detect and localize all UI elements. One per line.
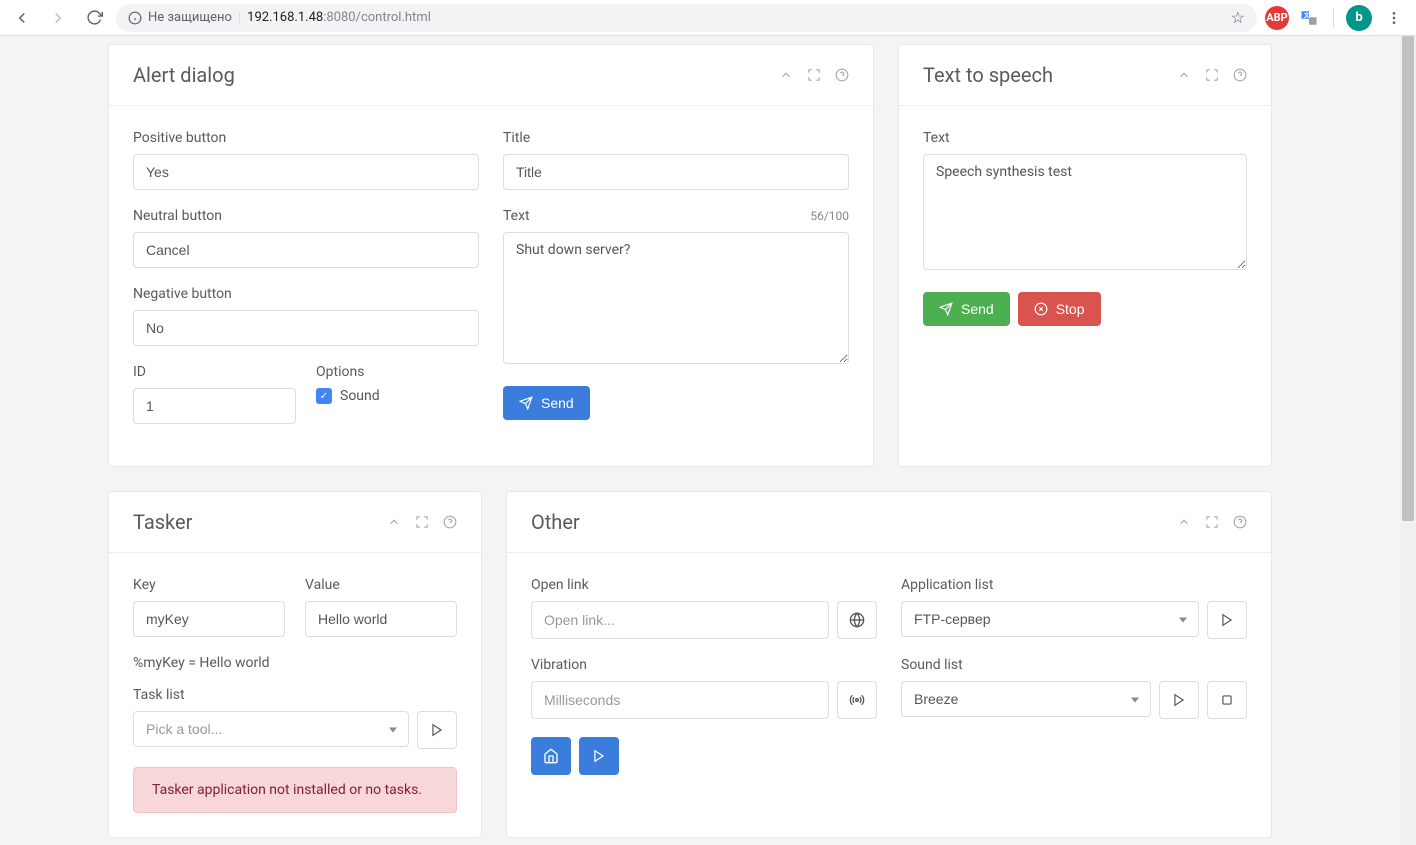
value-label: Value	[305, 577, 457, 593]
card-title: Other	[531, 510, 580, 534]
sound-list-label: Sound list	[901, 657, 1247, 673]
send-icon	[939, 302, 953, 316]
vibration-input[interactable]	[531, 681, 829, 719]
negative-button-label: Negative button	[133, 286, 479, 302]
sound-stop-button[interactable]	[1207, 681, 1247, 719]
expand-icon[interactable]	[1205, 515, 1219, 529]
vibration-button[interactable]	[837, 681, 877, 719]
broadcast-icon	[849, 692, 865, 708]
open-link-label: Open link	[531, 577, 877, 593]
tasker-card: Tasker Key Value %myKey = Hello world	[108, 491, 482, 838]
star-icon[interactable]: ☆	[1231, 8, 1245, 27]
profile-avatar[interactable]: b	[1346, 5, 1372, 31]
tasklist-label: Task list	[133, 687, 457, 703]
tasker-preview: %myKey = Hello world	[133, 655, 457, 671]
text-counter: 56/100	[810, 209, 849, 223]
collapse-icon[interactable]	[1177, 515, 1191, 529]
menu-button[interactable]	[1380, 4, 1408, 32]
tasklist-select[interactable]	[133, 711, 409, 747]
id-input[interactable]	[133, 388, 296, 424]
play-icon	[430, 723, 444, 737]
browser-toolbar: Не защищено | 192.168.1.48:8080/control.…	[0, 0, 1416, 36]
card-title: Text to speech	[923, 63, 1053, 87]
sound-checkbox[interactable]: ✓	[316, 388, 332, 404]
home-icon	[543, 748, 559, 764]
tts-card: Text to speech Text Speech synthesis tes…	[898, 44, 1272, 467]
tts-send-button[interactable]: Send	[923, 292, 1010, 326]
help-icon[interactable]	[1233, 68, 1247, 82]
collapse-icon[interactable]	[779, 68, 793, 82]
sound-checkbox-label: Sound	[340, 388, 380, 404]
tts-stop-button[interactable]: Stop	[1018, 292, 1101, 326]
card-title: Tasker	[133, 510, 192, 534]
positive-button-label: Positive button	[133, 130, 479, 146]
app-list-select[interactable]	[901, 601, 1199, 637]
play-icon	[1220, 613, 1234, 627]
alert-dialog-card: Alert dialog Positive button Neutral but…	[108, 44, 874, 467]
expand-icon[interactable]	[807, 68, 821, 82]
back-button[interactable]	[8, 4, 36, 32]
app-list-run-button[interactable]	[1207, 601, 1247, 639]
url-text: 192.168.1.48:8080/control.html	[247, 10, 431, 25]
tts-text-label: Text	[923, 130, 1247, 146]
other-card: Other Open link	[506, 491, 1272, 838]
title-field-label: Title	[503, 130, 849, 146]
globe-icon	[849, 612, 865, 628]
card-title: Alert dialog	[133, 63, 235, 87]
home-button[interactable]	[531, 737, 571, 775]
text-field-label: Text	[503, 208, 530, 224]
extension-translate-icon[interactable]: 文	[1297, 6, 1321, 30]
tasker-error-alert: Tasker application not installed or no t…	[133, 767, 457, 813]
send-button[interactable]: Send	[503, 386, 590, 420]
key-input[interactable]	[133, 601, 285, 637]
key-label: Key	[133, 577, 285, 593]
title-field-input[interactable]	[503, 154, 849, 190]
collapse-icon[interactable]	[1177, 68, 1191, 82]
address-bar[interactable]: Не защищено | 192.168.1.48:8080/control.…	[116, 4, 1257, 32]
collapse-icon[interactable]	[387, 515, 401, 529]
value-input[interactable]	[305, 601, 457, 637]
expand-icon[interactable]	[415, 515, 429, 529]
forward-button[interactable]	[44, 4, 72, 32]
neutral-button-label: Neutral button	[133, 208, 479, 224]
page-scrollbar[interactable]	[1400, 36, 1416, 845]
svg-text:文: 文	[1303, 11, 1311, 19]
expand-icon[interactable]	[1205, 68, 1219, 82]
help-icon[interactable]	[835, 68, 849, 82]
tasklist-run-button[interactable]	[417, 711, 457, 749]
help-icon[interactable]	[443, 515, 457, 529]
square-icon	[1220, 693, 1234, 707]
id-label: ID	[133, 364, 296, 380]
options-label: Options	[316, 364, 479, 380]
tts-text-input[interactable]: Speech synthesis test	[923, 154, 1247, 270]
reload-button[interactable]	[80, 4, 108, 32]
open-link-input[interactable]	[531, 601, 829, 639]
sound-list-select[interactable]	[901, 681, 1151, 717]
security-status: Не защищено	[148, 10, 232, 25]
app-list-label: Application list	[901, 577, 1247, 593]
neutral-button-input[interactable]	[133, 232, 479, 268]
send-icon	[519, 396, 533, 410]
text-field-input[interactable]: Shut down server?	[503, 232, 849, 364]
vibration-label: Vibration	[531, 657, 877, 673]
help-icon[interactable]	[1233, 515, 1247, 529]
stop-icon	[1034, 302, 1048, 316]
play-icon	[1172, 693, 1186, 707]
extension-abp-icon[interactable]: ABP	[1265, 6, 1289, 30]
negative-button-input[interactable]	[133, 310, 479, 346]
play-icon	[592, 749, 606, 763]
sound-play-button[interactable]	[1159, 681, 1199, 719]
play-button[interactable]	[579, 737, 619, 775]
positive-button-input[interactable]	[133, 154, 479, 190]
info-icon	[128, 11, 142, 25]
open-link-button[interactable]	[837, 601, 877, 639]
